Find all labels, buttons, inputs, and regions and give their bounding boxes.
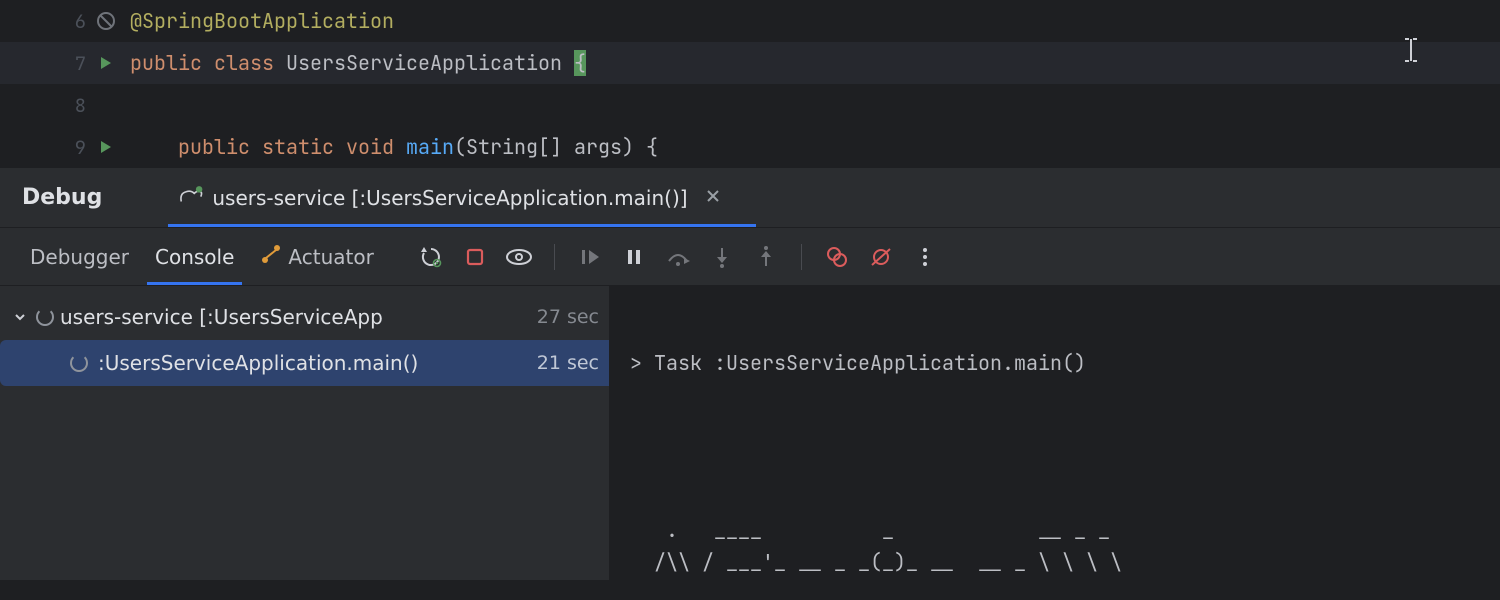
tool-window-title: Debug: [22, 185, 102, 210]
debugger-tab[interactable]: Debugger: [22, 228, 137, 285]
tool-window-header: Debug users-service [:UsersServiceApplic…: [0, 168, 1500, 228]
line-number: 6: [31, 9, 86, 34]
resume-program-button[interactable]: [573, 240, 607, 274]
tree-child-row[interactable]: :UsersServiceApplication.main() 21 sec: [0, 340, 609, 386]
close-tab-button[interactable]: [706, 187, 720, 208]
gutter[interactable]: 6: [0, 9, 120, 34]
gradle-icon: [178, 184, 204, 211]
code-text[interactable]: public class UsersServiceApplication {: [120, 50, 1500, 76]
spinner-icon: [36, 308, 54, 326]
tree-root-row[interactable]: users-service [:UsersServiceApp 27 sec: [0, 294, 609, 340]
console-tab[interactable]: Console: [147, 228, 242, 285]
gutter[interactable]: 8: [0, 93, 120, 118]
gutter[interactable]: 7: [0, 51, 120, 76]
step-over-button[interactable]: [661, 240, 695, 274]
code-text[interactable]: @SpringBootApplication: [120, 8, 1500, 34]
pause-program-button[interactable]: [617, 240, 651, 274]
rerun-button[interactable]: [414, 240, 448, 274]
console-ascii-art: . ____ _ __ _ _ /\\ / ___'_ __ _ _(_)_ _…: [630, 514, 1480, 580]
gutter[interactable]: 9: [0, 135, 120, 160]
editor-line[interactable]: 8: [0, 84, 1500, 126]
stop-button[interactable]: [458, 240, 492, 274]
more-actions-button[interactable]: [908, 240, 942, 274]
text-cursor-icon: [1402, 35, 1420, 65]
console-line: > Task :UsersServiceApplication.main(): [630, 350, 1480, 376]
line-number: 7: [31, 51, 86, 76]
editor-line[interactable]: 7 public class UsersServiceApplication {: [0, 42, 1500, 84]
run-configuration-tab[interactable]: users-service [:UsersServiceApplication.…: [178, 168, 719, 227]
not-allowed-icon[interactable]: [92, 11, 120, 31]
console-output[interactable]: > Task :UsersServiceApplication.main() .…: [610, 286, 1500, 580]
step-into-button[interactable]: [705, 240, 739, 274]
mute-breakpoints-button[interactable]: [864, 240, 898, 274]
tool-window-body: users-service [:UsersServiceApp 27 sec :…: [0, 286, 1500, 580]
tree-root-label: users-service [:UsersServiceApp: [60, 305, 383, 329]
process-tree[interactable]: users-service [:UsersServiceApp 27 sec :…: [0, 286, 610, 580]
tree-child-label: :UsersServiceApplication.main(): [98, 351, 418, 375]
debug-tool-window: Debug users-service [:UsersServiceApplic…: [0, 168, 1500, 580]
code-editor[interactable]: 6 @SpringBootApplication 7 public class …: [0, 0, 1500, 168]
step-out-button[interactable]: [749, 240, 783, 274]
view-breakpoints-icon[interactable]: [820, 240, 854, 274]
spinner-icon: [70, 354, 88, 372]
caret: {: [574, 50, 586, 76]
run-gutter-icon[interactable]: [92, 55, 120, 71]
editor-line[interactable]: 6 @SpringBootApplication: [0, 0, 1500, 42]
run-configuration-label: users-service [:UsersServiceApplication.…: [212, 186, 687, 210]
line-number: 8: [31, 93, 86, 118]
tool-window-toolbar: Debugger Console Actuator: [0, 228, 1500, 286]
line-number: 9: [31, 135, 86, 160]
actuator-icon: [260, 243, 282, 270]
editor-line[interactable]: 9 public static void main(String[] args)…: [0, 126, 1500, 168]
run-gutter-icon[interactable]: [92, 139, 120, 155]
chevron-down-icon[interactable]: [10, 311, 30, 323]
actuator-tab[interactable]: Actuator: [252, 228, 381, 285]
tree-root-time: 27 sec: [537, 306, 609, 328]
tree-child-time: 21 sec: [537, 352, 609, 374]
code-text[interactable]: public static void main(String[] args) {: [120, 134, 1500, 160]
view-breakpoints-button[interactable]: [502, 240, 536, 274]
